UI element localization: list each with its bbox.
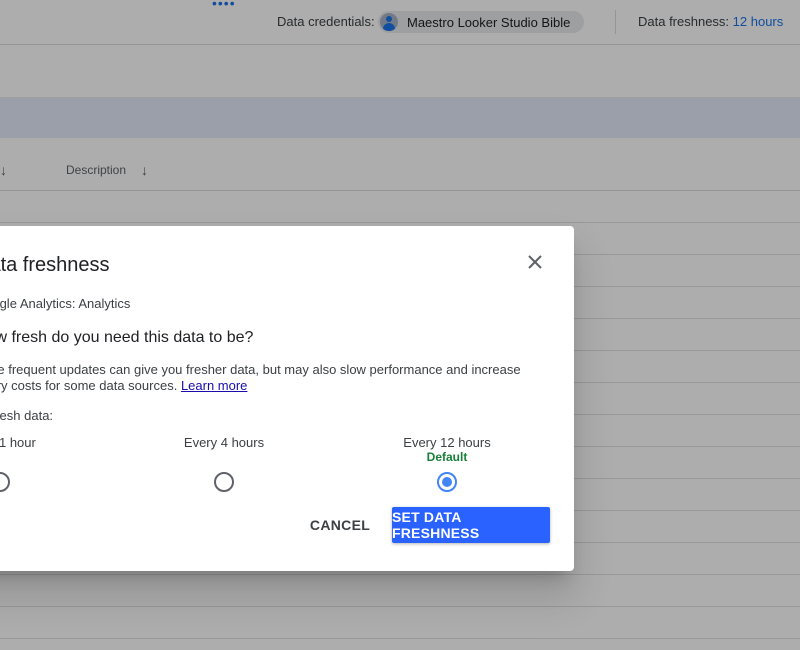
data-source-name: Google Analytics: Analytics [0,296,131,311]
dialog-question: How fresh do you need this data to be? [0,329,254,346]
option-label-12-hours: Every 12 hours [403,435,491,450]
radio-every-12-hours[interactable] [437,472,457,492]
radio-every-4-hours[interactable] [214,472,234,492]
dialog-description-text: More frequent updates can give you fresh… [0,362,521,393]
dialog-description: More frequent updates can give you fresh… [0,362,535,394]
set-data-freshness-button[interactable]: SET DATA FRESHNESS [392,507,550,543]
close-icon[interactable] [522,249,548,275]
dialog-title: Data freshness [0,254,110,276]
default-badge: Default [426,450,468,464]
cancel-button[interactable]: CANCEL [300,507,380,543]
data-freshness-dialog: Data freshness Google Analytics: Analyti… [0,226,574,571]
refresh-data-label: Refresh data: [0,408,54,423]
option-label-4-hours: Every 4 hours [183,435,265,450]
option-label-1-hour: Every 1 hour [0,435,36,450]
page: •••• Data credentials: Maestro Looker St… [0,0,800,650]
radio-every-1-hour[interactable] [0,472,10,492]
learn-more-link[interactable]: Learn more [181,378,247,393]
